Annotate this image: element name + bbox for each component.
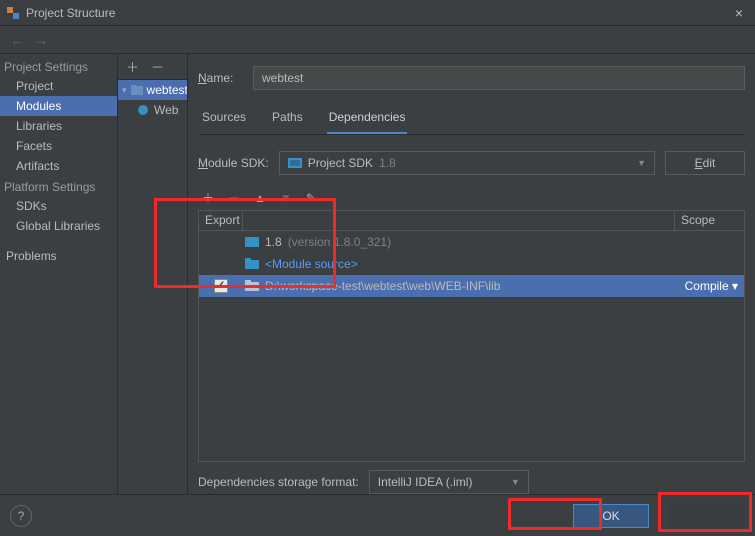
- dep-remove-icon[interactable]: －: [228, 189, 240, 206]
- app-icon: [6, 6, 20, 20]
- nav-back-icon[interactable]: ←: [10, 32, 24, 48]
- secondary-button[interactable]: [669, 504, 745, 528]
- dep-sdk-ver: (version 1.8.0_321): [288, 235, 391, 249]
- dep-lib-scope[interactable]: Compile ▾: [674, 279, 744, 293]
- storage-label: Dependencies storage format:: [198, 475, 359, 489]
- dep-sdk-label: 1.8: [265, 235, 282, 249]
- web-icon: [138, 105, 150, 115]
- dep-add-icon[interactable]: ＋: [202, 189, 214, 206]
- name-label: Name:: [198, 71, 253, 85]
- tree-child-web[interactable]: Web: [118, 100, 187, 120]
- sdk-version: 1.8: [379, 156, 396, 170]
- module-sdk-select[interactable]: Project SDK 1.8 ▼: [279, 151, 655, 175]
- settings-sidebar: Project Settings Project Modules Librari…: [0, 54, 118, 494]
- sidebar-item-project[interactable]: Project: [0, 76, 117, 96]
- tab-paths[interactable]: Paths: [270, 106, 305, 134]
- folder-icon: [131, 85, 143, 95]
- sidebar-group-platform: Platform Settings: [0, 176, 117, 196]
- tree-remove-icon[interactable]: －: [151, 57, 164, 76]
- dep-row-sdk[interactable]: 1.8 (version 1.8.0_321): [199, 231, 744, 253]
- nav-forward-icon[interactable]: →: [34, 32, 48, 48]
- dependency-list: 1.8 (version 1.8.0_321) <Module source> …: [198, 231, 745, 462]
- dep-lib-path: D:\workspace-test\webtest\web\WEB-INF\li…: [265, 279, 500, 293]
- module-tree: ＋ － ▾ webtest Web: [118, 54, 188, 494]
- export-header: Export: [199, 211, 243, 230]
- dep-source-label: <Module source>: [265, 257, 358, 271]
- sdk-value: Project SDK: [308, 156, 373, 170]
- storage-format-select[interactable]: IntelliJ IDEA (.iml) ▼: [369, 470, 529, 494]
- module-sdk-label: Module SDK:: [198, 156, 269, 170]
- storage-value: IntelliJ IDEA (.iml): [378, 475, 473, 489]
- close-icon[interactable]: ×: [729, 5, 749, 21]
- edit-sdk-button[interactable]: Edit: [665, 151, 745, 175]
- window-title: Project Structure: [26, 6, 729, 20]
- dep-edit-icon[interactable]: ✎: [306, 191, 316, 205]
- dep-row-lib[interactable]: ✓ D:\workspace-test\webtest\web\WEB-INF\…: [199, 275, 744, 297]
- sidebar-item-problems[interactable]: Problems: [0, 246, 117, 266]
- help-button[interactable]: ?: [10, 505, 32, 527]
- main-panel: Name: Sources Paths Dependencies Module …: [188, 54, 755, 494]
- sdk-icon: [245, 236, 259, 248]
- tree-root-label: webtest: [147, 83, 187, 97]
- sidebar-item-global-libraries[interactable]: Global Libraries: [0, 216, 117, 236]
- sidebar-group-project: Project Settings: [0, 56, 117, 76]
- sdk-icon: [288, 157, 302, 169]
- chevron-down-icon: ▼: [511, 477, 520, 487]
- folder-icon: [245, 280, 259, 291]
- dep-up-icon[interactable]: ▲: [254, 191, 266, 205]
- tree-add-icon[interactable]: ＋: [126, 57, 139, 76]
- sidebar-item-facets[interactable]: Facets: [0, 136, 117, 156]
- sidebar-item-sdks[interactable]: SDKs: [0, 196, 117, 216]
- sidebar-item-libraries[interactable]: Libraries: [0, 116, 117, 136]
- dep-row-source[interactable]: <Module source>: [199, 253, 744, 275]
- sidebar-item-modules[interactable]: Modules: [0, 96, 117, 116]
- chevron-down-icon: ▼: [637, 158, 646, 168]
- scope-header: Scope: [674, 211, 744, 230]
- tree-child-label: Web: [154, 103, 178, 117]
- tab-sources[interactable]: Sources: [200, 106, 248, 134]
- tree-root[interactable]: ▾ webtest: [118, 80, 187, 100]
- tab-dependencies[interactable]: Dependencies: [327, 106, 408, 134]
- chevron-down-icon: ▾: [122, 85, 127, 96]
- export-checkbox[interactable]: ✓: [214, 279, 228, 293]
- dep-down-icon[interactable]: ▼: [280, 191, 292, 205]
- module-name-input[interactable]: [253, 66, 745, 90]
- source-folder-icon: [245, 258, 259, 269]
- sidebar-item-artifacts[interactable]: Artifacts: [0, 156, 117, 176]
- ok-button[interactable]: OK: [573, 504, 649, 528]
